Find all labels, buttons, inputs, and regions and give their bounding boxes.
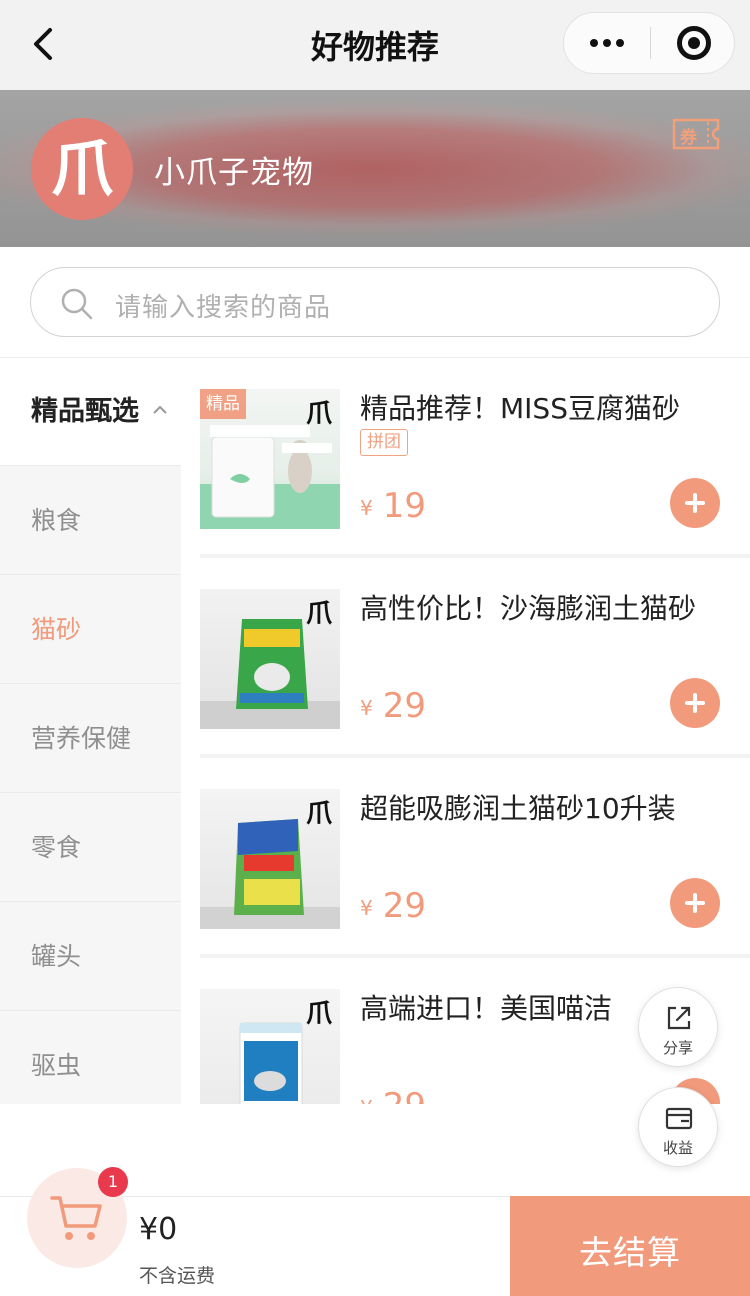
cart-total: ¥0 [139, 1212, 178, 1247]
sidebar-item-label: 驱虫 [31, 1051, 82, 1080]
price-amount: 29 [382, 886, 426, 926]
price-amount: 19 [382, 486, 426, 526]
back-arrow-icon[interactable] [22, 22, 66, 66]
currency-symbol: ¥ [360, 1096, 373, 1104]
group-buy-tag: 拼团 [360, 429, 408, 456]
coupon-icon[interactable]: 券 [672, 118, 720, 150]
sidebar-item-food[interactable]: 粮食 [0, 467, 181, 575]
cart-count-badge: 1 [98, 1167, 128, 1197]
checkout-label: 去结算 [579, 1233, 681, 1272]
add-to-cart-button[interactable] [670, 478, 720, 528]
wallet-icon [665, 1107, 693, 1130]
category-sidebar: 精品甄选 粮食 猫砂 营养保健 零食 罐头 驱虫 [0, 358, 181, 1104]
sidebar-item-label: 精品甄选 [31, 396, 139, 427]
list-item: 爪 超能吸膨润土猫砂10升装 ¥29 [200, 758, 750, 958]
coupon-label: 券 [680, 128, 697, 148]
shop-logo-glyph: 爪 [50, 132, 113, 205]
sidebar-item-health[interactable]: 营养保健 [0, 685, 181, 793]
currency-symbol: ¥ [360, 496, 373, 520]
earnings-label: 收益 [662, 1139, 693, 1157]
share-icon [667, 1006, 691, 1030]
share-button[interactable]: 分享 [638, 987, 718, 1067]
sidebar-item-cans[interactable]: 罐头 [0, 903, 181, 1011]
sidebar-item-snacks[interactable]: 零食 [0, 794, 181, 902]
brand-mark: 爪 [305, 999, 332, 1029]
sidebar-item-featured[interactable]: 精品甄选 [0, 358, 181, 466]
brand-mark: 爪 [305, 799, 332, 829]
product-price: ¥29 [360, 686, 426, 726]
search-icon [59, 286, 95, 322]
premium-badge: 精品 [200, 389, 246, 419]
shop-name: 小爪子宠物 [154, 155, 314, 191]
add-to-cart-button[interactable] [670, 878, 720, 928]
currency-symbol: ¥ [360, 696, 373, 720]
sidebar-item-cat-litter[interactable]: 猫砂 [0, 576, 181, 684]
search-input[interactable]: 请输入搜索的商品 [30, 267, 720, 337]
product-price: ¥29 [360, 886, 426, 926]
search-placeholder: 请输入搜索的商品 [115, 293, 332, 323]
price-amount: 29 [383, 1086, 426, 1104]
shipping-note: 不含运费 [139, 1265, 216, 1287]
list-item: 爪 精品 精品推荐！MISS豆腐猫砂 拼团 ¥19 [200, 358, 750, 558]
product-image[interactable]: 爪 [200, 789, 340, 929]
share-label: 分享 [662, 1039, 693, 1057]
earnings-button[interactable]: 收益 [638, 1087, 718, 1167]
currency-symbol: ¥ [360, 896, 373, 920]
shop-banner: 爪 小爪子宠物 券 [0, 90, 750, 247]
more-dots-icon[interactable] [564, 13, 650, 73]
product-image[interactable]: 爪 精品 [200, 389, 340, 529]
sidebar-item-label: 罐头 [31, 942, 82, 971]
sidebar-item-label: 营养保健 [31, 724, 132, 753]
sidebar-item-label: 粮食 [31, 506, 82, 535]
product-price: ¥19 [360, 486, 426, 526]
chevron-up-icon [153, 405, 167, 414]
sidebar-item-deworming[interactable]: 驱虫 [0, 1012, 181, 1104]
checkout-button[interactable]: 去结算 [510, 1196, 750, 1296]
product-name[interactable]: 精品推荐！MISS豆腐猫砂 [360, 387, 732, 427]
product-name[interactable]: 高性价比！沙海膨润土猫砂 [360, 587, 732, 627]
product-price: ¥29 [360, 1086, 426, 1104]
sidebar-item-label: 零食 [31, 833, 82, 862]
target-circle-icon[interactable] [650, 13, 736, 73]
brand-mark: 爪 [305, 599, 332, 629]
product-name[interactable]: 超能吸膨润土猫砂10升装 [360, 787, 732, 827]
nav-bar: 好物推荐 [0, 0, 750, 90]
sidebar-item-label: 猫砂 [31, 615, 82, 644]
price-amount: 29 [382, 686, 426, 726]
add-to-cart-button[interactable] [670, 678, 720, 728]
brand-mark: 爪 [305, 399, 332, 429]
shop-logo: 爪 [31, 118, 133, 220]
product-image[interactable]: 爪 [200, 589, 340, 729]
cart-icon [50, 1196, 102, 1240]
mini-program-capsule [563, 12, 735, 74]
product-image[interactable]: 爪 [200, 989, 340, 1104]
list-item: 爪 高性价比！沙海膨润土猫砂 ¥29 [200, 558, 750, 758]
